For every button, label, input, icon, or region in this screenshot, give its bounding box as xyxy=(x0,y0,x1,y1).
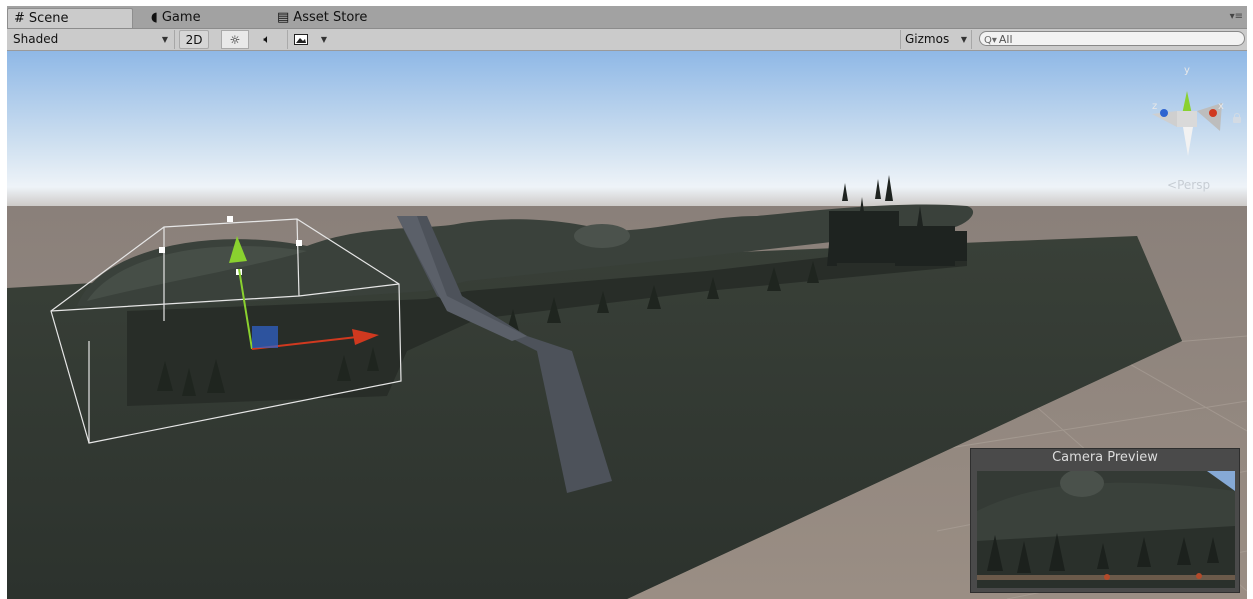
tab-asset-store-label: Asset Store xyxy=(293,10,368,25)
shading-mode-value: Shaded xyxy=(13,32,59,46)
camera-preview-image xyxy=(977,471,1235,588)
dropdown-arrow-icon: ▼ xyxy=(960,35,967,44)
toggle-2d-button[interactable]: 2D xyxy=(179,30,209,49)
gizmos-label: Gizmos xyxy=(905,32,950,46)
tab-bar: # Scene ◖ Game ▤ Asset Store ▾≡ xyxy=(7,6,1247,29)
scene-grid-icon: # xyxy=(14,11,25,26)
scene-lighting-button[interactable]: ☼ xyxy=(221,30,249,49)
hierarchy-search-input[interactable]: Q▾ All xyxy=(979,31,1245,46)
tab-scene-label: Scene xyxy=(28,11,69,26)
gizmos-dropdown[interactable]: Gizmos ▼ xyxy=(900,30,972,49)
image-icon xyxy=(294,34,308,45)
tab-asset-store[interactable]: ▤ Asset Store xyxy=(277,8,407,28)
dropdown-arrow-icon: ▼ xyxy=(320,35,327,44)
scene-effects-dropdown[interactable]: ▼ xyxy=(287,30,333,49)
tab-game-label: Game xyxy=(161,10,201,25)
game-pacman-icon: ◖ xyxy=(151,10,158,25)
gizmo-y-label: y xyxy=(1184,65,1190,76)
tab-scene[interactable]: # Scene xyxy=(7,8,133,28)
sky xyxy=(7,51,1247,221)
scene-toolbar: Shaded ▼ 2D ☼ 🔈︎ ▼ Gizmos ▼ Q▾ All xyxy=(7,29,1247,51)
speaker-icon: 🔈︎ xyxy=(263,32,271,46)
scene-audio-button[interactable]: 🔈︎ xyxy=(253,30,281,49)
persp-arrow-icon: < xyxy=(1167,178,1178,192)
shading-mode-dropdown[interactable]: Shaded ▼ xyxy=(7,30,175,49)
projection-toggle[interactable]: <Persp xyxy=(1167,178,1210,192)
search-value: All xyxy=(998,33,1013,46)
gizmo-x-label: x xyxy=(1218,101,1224,112)
lock-icon[interactable] xyxy=(1233,113,1241,123)
gizmo-z-label: z xyxy=(1152,101,1157,112)
dropdown-arrow-icon: ▼ xyxy=(161,35,168,44)
asset-store-bag-icon: ▤ xyxy=(277,10,290,25)
tab-menu-icon[interactable]: ▾≡ xyxy=(1230,11,1243,22)
cliff-rock xyxy=(574,224,630,248)
unity-scene-window: # Scene ◖ Game ▤ Asset Store ▾≡ Shaded ▼ 2D… xyxy=(0,0,1253,599)
camera-preview-title: Camera Preview xyxy=(1052,450,1158,465)
search-icon: Q▾ xyxy=(984,35,997,46)
scene-viewport[interactable]: y z x <Persp Camera Preview xyxy=(7,51,1247,599)
camera-preview-panel: Camera Preview xyxy=(970,448,1240,593)
projection-label: Persp xyxy=(1177,178,1211,192)
sun-icon: ☼ xyxy=(229,33,241,47)
tab-game[interactable]: ◖ Game xyxy=(147,8,251,28)
